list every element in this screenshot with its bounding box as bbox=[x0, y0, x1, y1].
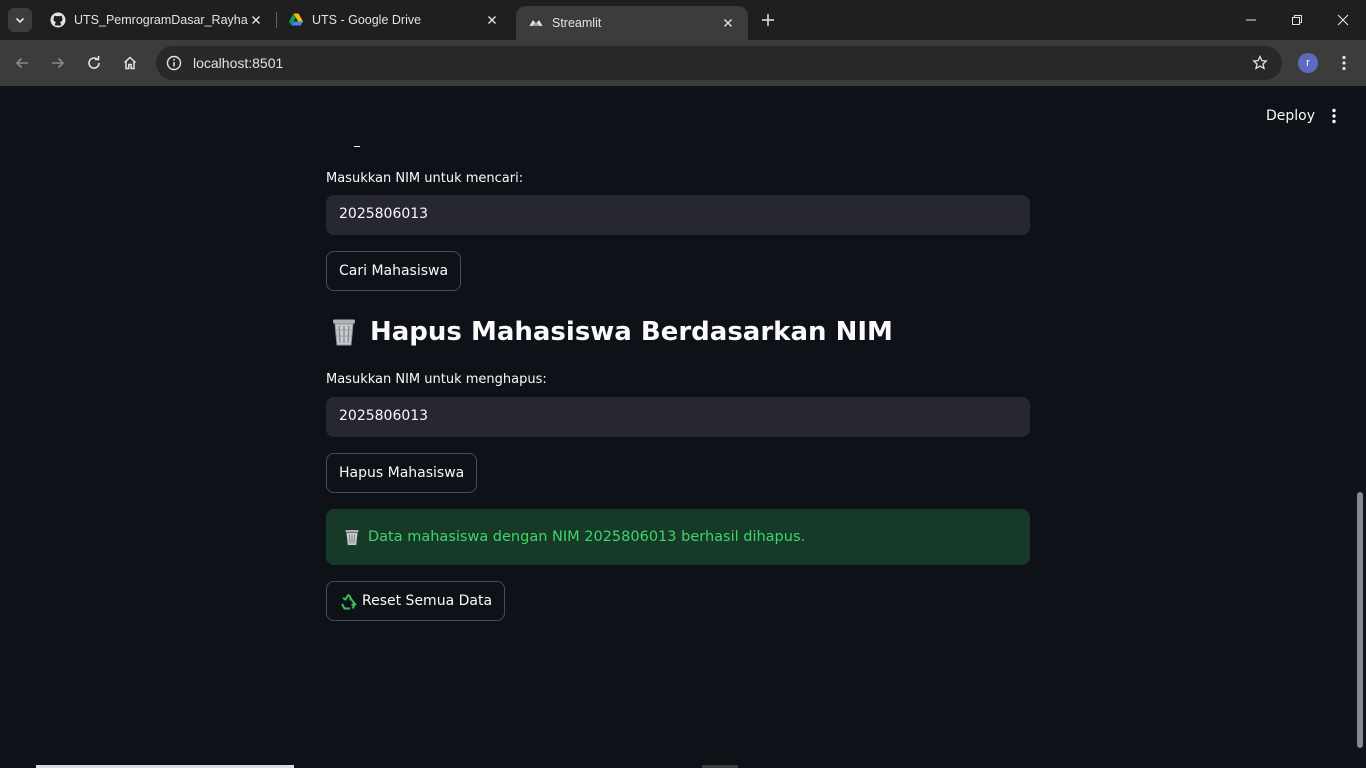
reload-icon bbox=[88, 56, 100, 69]
page-scrollbar[interactable] bbox=[1357, 492, 1363, 748]
app-viewport: Deploy Masukkan NIM untuk mencari: 20258… bbox=[0, 86, 1366, 768]
close-icon[interactable] bbox=[248, 12, 264, 28]
search-student-button[interactable]: Cari Mahasiswa bbox=[326, 251, 462, 291]
success-alert: Data mahasiswa dengan NIM 2025806013 ber… bbox=[326, 509, 1030, 565]
tab-title: UTS_PemrogramDasar_Rayhan bbox=[74, 13, 248, 27]
back-button[interactable] bbox=[8, 49, 36, 77]
new-tab-button[interactable] bbox=[758, 10, 778, 30]
minimize-button[interactable] bbox=[1228, 0, 1274, 40]
site-info-icon[interactable] bbox=[164, 53, 184, 73]
browser-menu-button[interactable] bbox=[1334, 53, 1354, 73]
wastebasket-icon bbox=[342, 527, 362, 547]
tab-streamlit[interactable]: Streamlit bbox=[516, 6, 748, 40]
search-nim-label: Masukkan NIM untuk mencari: bbox=[326, 171, 524, 186]
tab-search-button[interactable] bbox=[8, 8, 32, 32]
tab-title: UTS - Google Drive bbox=[312, 13, 422, 27]
clipped-content-mark bbox=[354, 146, 360, 147]
close-window-button[interactable] bbox=[1320, 0, 1366, 40]
arrow-left-icon bbox=[15, 57, 28, 69]
recycle-icon bbox=[339, 592, 357, 610]
wastebasket-icon bbox=[328, 316, 360, 348]
delete-nim-label: Masukkan NIM untuk menghapus: bbox=[326, 372, 547, 387]
url-text: localhost:8501 bbox=[193, 55, 284, 71]
close-icon[interactable] bbox=[484, 12, 500, 28]
delete-heading-text: Hapus Mahasiswa Berdasarkan NIM bbox=[370, 317, 893, 347]
forward-button[interactable] bbox=[44, 49, 72, 77]
search-nim-input[interactable]: 2025806013 bbox=[326, 195, 1030, 235]
home-icon bbox=[123, 56, 137, 70]
home-button[interactable] bbox=[116, 49, 144, 77]
restore-icon bbox=[1292, 15, 1302, 25]
reload-button[interactable] bbox=[80, 49, 108, 77]
arrow-right-icon bbox=[52, 57, 65, 69]
bookmark-star-icon[interactable] bbox=[1250, 53, 1270, 73]
close-icon[interactable] bbox=[720, 15, 736, 31]
google-drive-icon bbox=[288, 12, 304, 28]
plus-icon bbox=[762, 14, 774, 26]
minimize-icon bbox=[1246, 19, 1256, 21]
browser-toolbar: localhost:8501 r bbox=[0, 40, 1366, 86]
github-icon bbox=[50, 12, 66, 28]
app-menu-button[interactable] bbox=[1324, 106, 1344, 126]
close-icon bbox=[1337, 14, 1349, 26]
deploy-button[interactable]: Deploy bbox=[1258, 106, 1323, 126]
reset-button-label: Reset Semua Data bbox=[362, 593, 493, 609]
more-vert-icon bbox=[1332, 108, 1336, 124]
more-vert-icon bbox=[1342, 55, 1346, 71]
delete-student-button[interactable]: Hapus Mahasiswa bbox=[326, 453, 478, 493]
delete-nim-input[interactable]: 2025806013 bbox=[326, 397, 1030, 437]
restore-button[interactable] bbox=[1274, 0, 1320, 40]
tab-google-drive[interactable]: UTS - Google Drive bbox=[276, 6, 512, 34]
success-message-text: Data mahasiswa dengan NIM 2025806013 ber… bbox=[368, 529, 806, 545]
reset-all-button[interactable]: Reset Semua Data bbox=[326, 581, 506, 621]
profile-avatar[interactable]: r bbox=[1298, 53, 1318, 73]
chevron-down-icon bbox=[15, 17, 25, 24]
tab-github[interactable]: UTS_PemrogramDasar_Rayhan bbox=[38, 6, 276, 34]
streamlit-icon bbox=[528, 15, 544, 31]
tab-strip: UTS_PemrogramDasar_Rayhan UTS - Google D… bbox=[0, 0, 1366, 40]
tab-title: Streamlit bbox=[552, 16, 602, 30]
address-bar[interactable]: localhost:8501 bbox=[156, 46, 1282, 80]
delete-section-heading: Hapus Mahasiswa Berdasarkan NIM bbox=[328, 316, 893, 348]
